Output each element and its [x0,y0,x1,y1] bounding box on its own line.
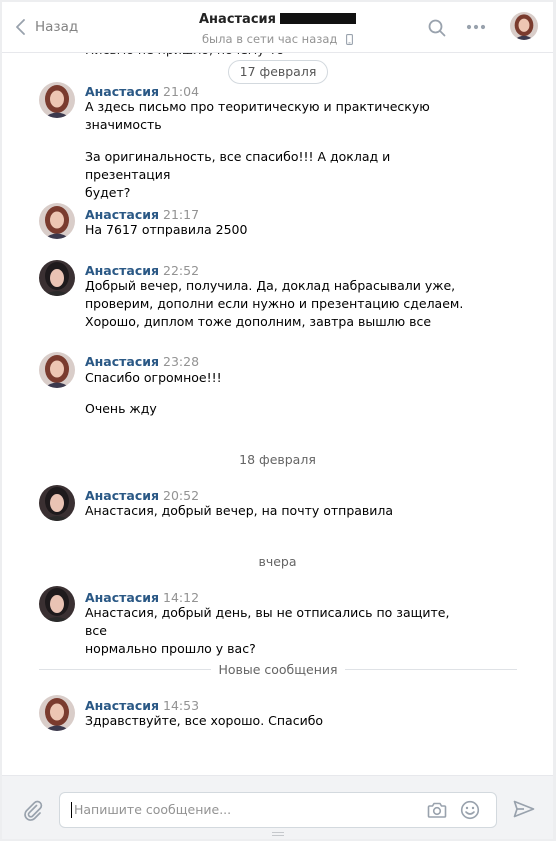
message-text: За оригинальность, все спасибо!!! А докл… [85,148,465,202]
author-name[interactable]: Анастасия [85,590,159,605]
date-separator: 18 февраля [239,452,316,467]
smile-icon[interactable] [460,800,480,820]
peer-status-text: была в сети час назад [201,32,338,46]
message-author[interactable]: Анастасия 23:28 [85,354,199,369]
message-author[interactable]: Анастасия 14:12 [85,590,199,605]
message-line: Добрый вечер, получила. Да, доклад набра… [85,278,456,293]
message-composer: Напишите сообщение... [2,775,553,839]
message-avatar[interactable] [39,203,75,239]
message-text: Анастасия, добрый вечер, на почту отправ… [85,502,465,520]
message-line: Спасибо огромное!!! [85,370,222,385]
peer-name-text: Анастасия [199,12,276,27]
resize-grip[interactable] [272,832,284,836]
message-time: 22:52 [163,263,200,278]
message-line: нормально прошло у вас? [85,641,256,656]
message-time: 23:28 [163,354,200,369]
message-author[interactable]: Анастасия 20:52 [85,488,199,503]
message-input[interactable]: Напишите сообщение... [59,792,497,828]
peer-status: была в сети час назад [2,32,553,46]
message-time: 20:52 [163,488,200,503]
message-avatar[interactable] [39,485,75,521]
message-author[interactable]: Анастасия 22:52 [85,263,199,278]
camera-icon[interactable] [427,801,447,819]
header-avatar[interactable] [510,12,538,40]
message-line: Очень жду [85,401,157,416]
message-text: Спасибо огромное!!! [85,369,465,387]
text-caret [71,802,72,818]
author-name[interactable]: Анастасия [85,263,159,278]
message-author[interactable]: Анастасия 21:17 [85,207,199,222]
mobile-phone-icon [346,34,353,45]
author-name[interactable]: Анастасия [85,207,159,222]
message-text: А здесь письмо про теоритическую и практ… [85,98,465,134]
message-avatar[interactable] [39,695,75,731]
paperclip-icon[interactable] [22,799,44,821]
author-name[interactable]: Анастасия [85,488,159,503]
message-text: Очень жду [85,400,465,418]
message-text: На 7617 отправила 2500 [85,221,465,239]
date-separator: вчера [258,554,297,569]
message-line: Здравствуйте, все хорошо. Спасибо [85,713,324,728]
more-dots-icon[interactable] [466,24,486,30]
message-time: 14:53 [163,698,200,713]
message-line: проверим, дополни если нужно и презентац… [85,296,464,311]
message-author[interactable]: Анастасия 14:53 [85,698,199,713]
message-text: Анастасия, добрый день, вы не отписались… [85,604,465,658]
new-messages-label: Новые сообщения [218,662,338,677]
send-icon[interactable] [513,800,535,818]
message-line: значимость [85,117,162,132]
message-line: будет? [85,185,131,200]
message-time: 21:17 [163,207,200,222]
message-text: Добрый вечер, получила. Да, доклад набра… [85,277,465,331]
message-avatar[interactable] [39,82,75,118]
message-author[interactable]: Анастасия 21:04 [85,84,199,99]
message-input-placeholder: Напишите сообщение... [74,802,232,817]
search-icon[interactable] [428,19,446,37]
chat-window: Назад Анастасия была в сети час назад Пи… [2,2,553,839]
message-line: Анастасия, добрый день, вы не отписались… [85,605,450,638]
message-line: За оригинальность, все спасибо!!! А докл… [85,149,391,182]
author-name[interactable]: Анастасия [85,354,159,369]
message-text: Здравствуйте, все хорошо. Спасибо [85,712,465,730]
author-name[interactable]: Анастасия [85,698,159,713]
new-messages-divider: Новые сообщения [39,662,517,678]
message-time: 21:04 [163,84,200,99]
message-line: Анастасия, добрый вечер, на почту отправ… [85,503,394,518]
message-line: На 7617 отправила 2500 [85,222,248,237]
message-avatar[interactable] [39,586,75,622]
message-line: Хорошо, диплом тоже дополним, завтра выш… [85,314,432,329]
redaction-bar [280,13,356,24]
author-name[interactable]: Анастасия [85,84,159,99]
message-line: А здесь письмо про теоритическую и практ… [85,99,430,114]
chat-header: Назад Анастасия была в сети час назад [2,2,553,53]
message-avatar[interactable] [39,260,75,296]
message-avatar[interactable] [39,352,75,388]
message-time: 14:12 [163,590,200,605]
current-date-pill: 17 февраля [228,60,328,84]
